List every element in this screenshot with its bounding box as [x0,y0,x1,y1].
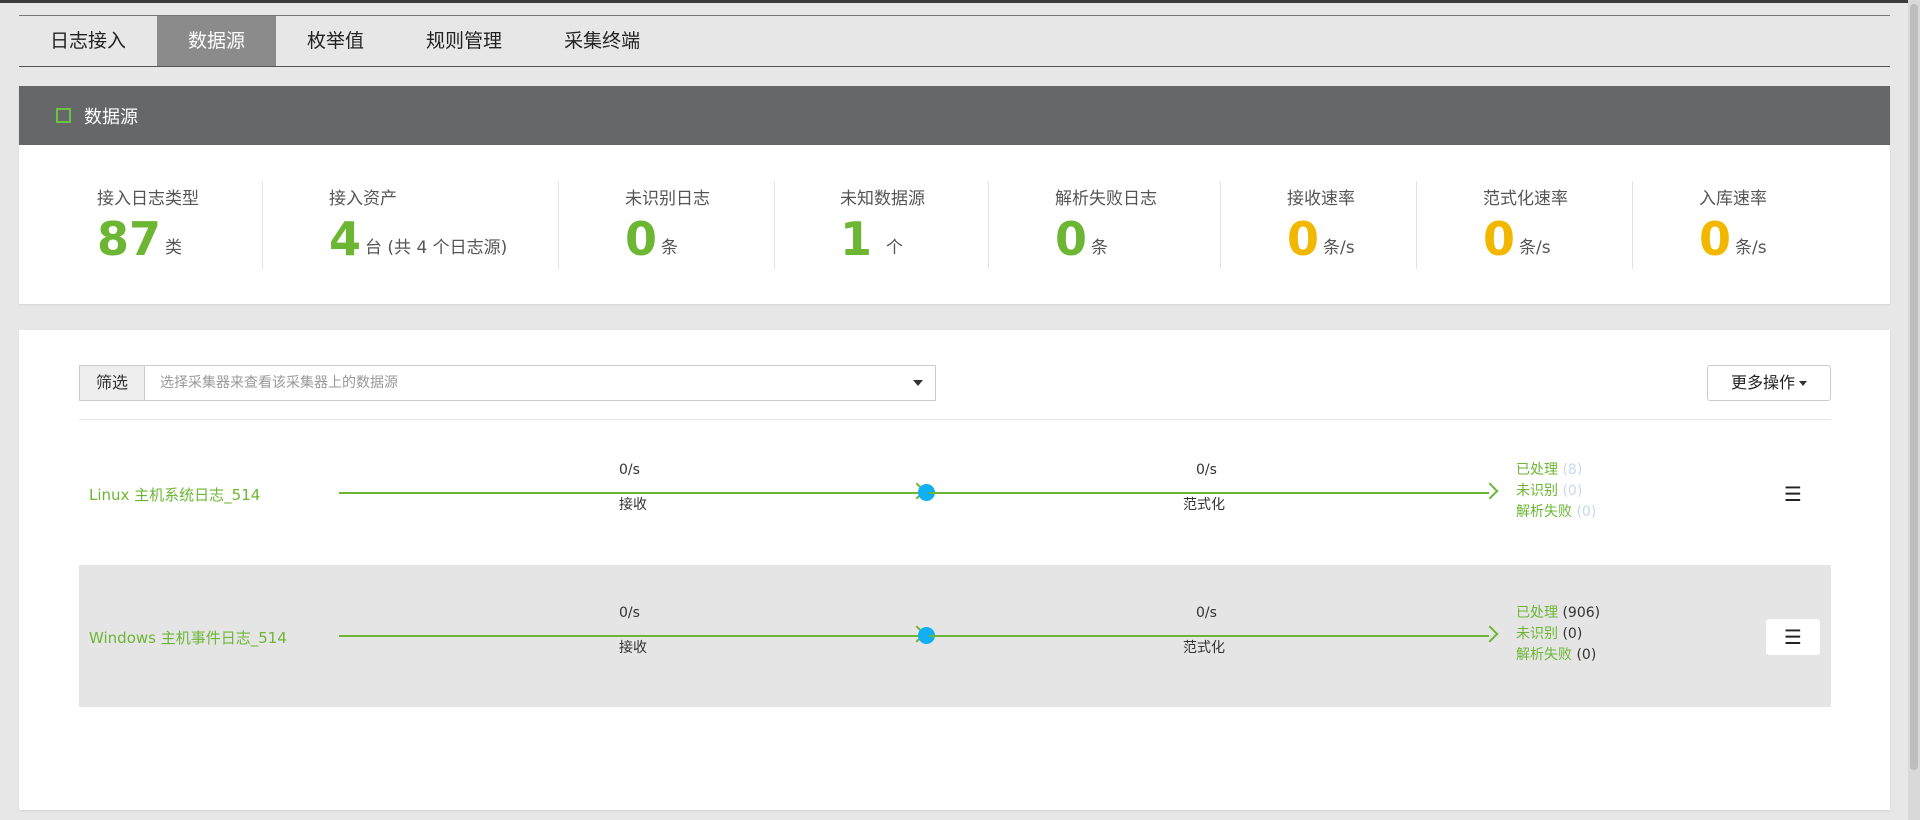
datasource-name[interactable]: Linux 主机系统日志_514 [89,484,260,505]
divider [988,181,989,269]
window-top-border [0,0,1920,3]
parse-failed-count: (0) [1576,504,1597,520]
stat-value: 0 [625,212,658,266]
normalize-label: 范式化 [1183,497,1225,513]
tab-datasource[interactable]: 数据源 [157,16,277,66]
datasource-list-panel: 筛选 选择采集器来查看该采集器上的数据源 更多操作 Linux 主机系统日志_5… [19,330,1890,810]
normalize-rate: 0/s [1196,462,1217,478]
stat-label: 接收速率 [1287,189,1355,209]
collector-filter[interactable]: 筛选 选择采集器来查看该采集器上的数据源 [79,365,936,401]
normalize-rate: 0/s [1196,605,1217,621]
arrow-icon [1481,625,1499,643]
stat-value: 1 [840,212,873,266]
stat-value: 0 [1699,212,1732,266]
divider [79,419,1831,420]
stat-unit: 台 (共 4 个日志源) [365,238,508,258]
divider [262,181,263,269]
divider [1416,181,1417,269]
row-menu-button[interactable]: ☰ [1766,619,1820,655]
stat-unit: 条/s [1735,238,1767,258]
scrollbar-thumb[interactable] [1910,4,1918,770]
parse-failed-link[interactable]: 解析失败 [1516,504,1572,520]
divider [1632,181,1633,269]
datasource-name[interactable]: Windows 主机事件日志_514 [89,627,287,648]
stat-value: 0 [1483,212,1516,266]
receive-label: 接收 [619,640,647,656]
stat-unit: 条/s [1323,238,1355,258]
unrecognized-count: (0) [1562,626,1583,642]
panel-title: 数据源 [84,106,138,128]
processed-link[interactable]: 已处理 [1516,462,1558,478]
tab-log-ingest[interactable]: 日志接入 [19,16,157,66]
hamburger-menu-icon: ☰ [1784,482,1802,506]
stat-unit: 条/s [1519,238,1551,258]
parse-failed-count: (0) [1576,647,1597,663]
stat-label: 入库速率 [1699,189,1767,209]
divider [1220,181,1221,269]
row-menu-button[interactable]: ☰ [1766,476,1820,512]
divider [774,181,775,269]
tab-collector-terminal[interactable]: 采集终端 [533,16,671,66]
stat-unit: 条 [661,238,679,258]
tab-rule-management[interactable]: 规则管理 [395,16,533,66]
stats-row: 接入日志类型 87 类 接入资产 4台 (共 4 个日志源) 未识别日志 0条 未… [19,145,1890,304]
unrecognized-link[interactable]: 未识别 [1516,626,1558,642]
datasource-row: Windows 主机事件日志_514 0/s 接收 0/s 范式化 已处理 (9… [79,565,1831,707]
stats-panel: 数据源 接入日志类型 87 类 接入资产 4台 (共 4 个日志源) 未识别日志 … [19,86,1890,304]
stat-value: 0 [1055,212,1088,266]
processed-link[interactable]: 已处理 [1516,605,1558,621]
caret-down-icon[interactable] [913,380,923,386]
hamburger-menu-icon: ☰ [1784,625,1802,649]
unrecognized-count: (0) [1562,483,1583,499]
arrow-icon [1481,482,1499,500]
caret-down-icon [1799,381,1807,386]
unrecognized-link[interactable]: 未识别 [1516,483,1558,499]
stat-label: 接入日志类型 [97,189,199,209]
divider [558,181,559,269]
processed-count: (8) [1562,462,1583,478]
receive-label: 接收 [619,497,647,513]
result-summary: 已处理 (906) 未识别 (0) 解析失败 (0) [1516,603,1600,666]
stat-unit: 个 [886,238,904,258]
square-outline-icon [56,108,71,123]
receive-rate: 0/s [619,605,640,621]
stat-label: 接入资产 [329,189,397,209]
stat-label: 范式化速率 [1483,189,1568,209]
datasource-row: Linux 主机系统日志_514 0/s 接收 0/s 范式化 已处理 (8) … [79,422,1831,564]
more-actions-button[interactable]: 更多操作 [1707,365,1831,401]
stat-label: 未识别日志 [625,189,710,209]
stat-value: 0 [1287,212,1320,266]
stat-label: 未知数据源 [840,189,925,209]
tab-bar: 日志接入 数据源 枚举值 规则管理 采集终端 [19,15,1890,67]
filter-label: 筛选 [80,366,145,400]
collector-select[interactable]: 选择采集器来查看该采集器上的数据源 [145,366,935,400]
stat-value: 4 [329,212,362,266]
scrollbar[interactable] [1908,0,1920,820]
stat-unit: 类 [165,238,183,258]
parse-failed-link[interactable]: 解析失败 [1516,647,1572,663]
stat-unit: 条 [1091,238,1109,258]
stat-value: 87 [97,212,162,266]
result-summary: 已处理 (8) 未识别 (0) 解析失败 (0) [1516,460,1596,523]
more-actions-label: 更多操作 [1730,373,1795,392]
tab-enum-values[interactable]: 枚举值 [276,16,395,66]
receive-rate: 0/s [619,462,640,478]
stat-label: 解析失败日志 [1055,189,1157,209]
normalize-label: 范式化 [1183,640,1225,656]
panel-header: 数据源 [19,86,1890,145]
collector-select-placeholder: 选择采集器来查看该采集器上的数据源 [160,375,398,391]
processed-count: (906) [1562,605,1601,621]
